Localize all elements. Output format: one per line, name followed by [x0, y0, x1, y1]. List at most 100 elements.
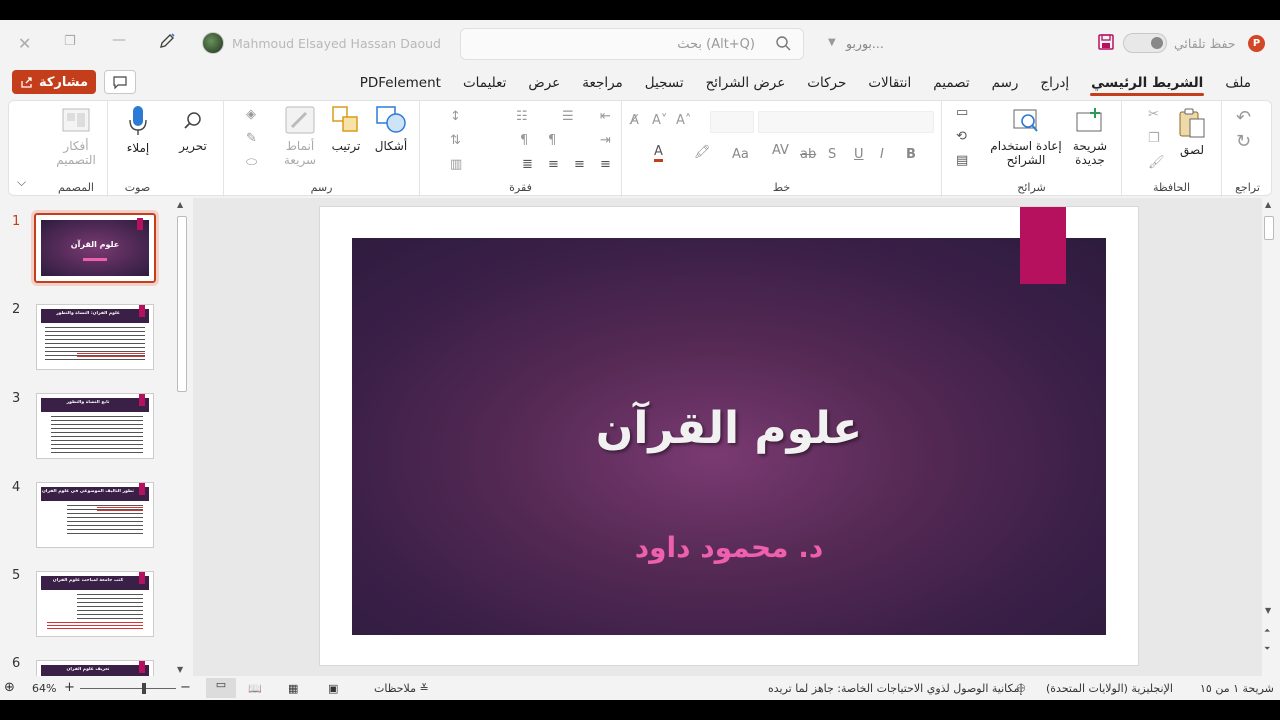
change-case-icon[interactable]: Aa — [732, 147, 749, 162]
slide-thumbnail-2[interactable]: علوم القرآن: النشأة والتطور — [36, 304, 154, 370]
tab-transitions[interactable]: انتقالات — [857, 68, 922, 98]
canvas-scrollbar[interactable]: ▲ ▼ ⏶ ⏷ — [1262, 198, 1276, 676]
increase-indent-icon[interactable]: ⇥ — [600, 133, 611, 148]
arrange-button[interactable]: ترتيب — [324, 105, 368, 153]
editing-button[interactable]: تحرير — [171, 109, 215, 153]
columns-icon[interactable]: ▥ — [450, 157, 462, 172]
underline-icon[interactable]: U — [854, 147, 864, 162]
section-icon[interactable]: ▤ — [956, 153, 968, 168]
font-name-combo[interactable] — [758, 111, 934, 133]
zoom-fit-icon[interactable]: ⊕ — [4, 680, 15, 695]
accessibility-status[interactable]: إمكانية الوصول لذوي الاحتياجات الخاصة: ج… — [768, 682, 1023, 695]
tab-insert[interactable]: إدراج — [1029, 68, 1080, 98]
slide-sorter-icon[interactable]: ▦ — [288, 682, 298, 695]
shape-effects-icon[interactable]: ⬭ — [246, 155, 257, 170]
normal-view-icon[interactable]: ▣ — [328, 682, 338, 695]
reading-view-icon[interactable]: 📖 — [248, 682, 262, 695]
copy-icon[interactable]: ❐ — [1148, 131, 1160, 146]
search-box[interactable]: بحث (Alt+Q) — [460, 28, 804, 60]
scroll-down-icon[interactable]: ▼ — [1265, 606, 1271, 615]
shape-outline-icon[interactable]: ✎ — [246, 131, 257, 146]
align-left-icon[interactable]: ≡ — [548, 157, 559, 172]
file-name[interactable]: بوربو... — [846, 36, 884, 51]
tab-file[interactable]: ملف — [1214, 68, 1262, 98]
reset-icon[interactable]: ⟲ — [956, 129, 967, 144]
shrink-font-icon[interactable]: A˅ — [652, 113, 667, 128]
tab-animations[interactable]: حركات — [796, 68, 857, 98]
scroll-up-icon[interactable]: ▲ — [1265, 200, 1271, 209]
scroll-thumb[interactable] — [1264, 216, 1274, 240]
autosave-toggle[interactable] — [1123, 33, 1167, 53]
highlight-icon[interactable]: 🖍 — [694, 145, 711, 160]
slide-title[interactable]: علوم القرآن — [320, 403, 1138, 454]
tab-review[interactable]: مراجعة — [571, 68, 634, 98]
zoom-level[interactable]: 64% — [32, 682, 56, 695]
zoom-slider[interactable] — [80, 683, 176, 694]
bold-icon[interactable]: B — [906, 147, 916, 162]
char-spacing-icon[interactable]: AV — [772, 143, 789, 158]
collapse-ribbon-icon[interactable]: ⌵ — [17, 175, 26, 190]
tab-home[interactable]: الشريط الرئيسي — [1080, 68, 1214, 98]
align-right-icon[interactable]: ≡ — [600, 157, 611, 172]
tab-pdfelement[interactable]: PDFelement — [349, 68, 452, 98]
quick-styles-button[interactable]: أنماط سريعة — [276, 105, 324, 167]
slide-thumbnail-6[interactable]: تعريف علوم القرآن — [36, 660, 154, 676]
avatar[interactable] — [202, 32, 224, 54]
format-painter-icon[interactable]: 🖌 — [1148, 155, 1165, 170]
scroll-down-icon[interactable]: ▼ — [177, 665, 183, 674]
chevron-down-icon[interactable]: ▼ — [828, 37, 836, 48]
tab-slideshow[interactable]: عرض الشرائح — [695, 68, 797, 98]
zoom-in-icon[interactable]: + — [64, 680, 75, 695]
slide-thumbnail-5[interactable]: كتب جامعة لمباحث علوم القرآن — [36, 571, 154, 637]
rtl-icon[interactable]: ¶ — [548, 133, 556, 148]
accessibility-icon[interactable]: ⚇ — [1016, 682, 1026, 695]
line-spacing-icon[interactable]: ↕ — [450, 109, 461, 124]
close-icon[interactable]: ✕ — [18, 34, 31, 53]
scroll-thumb[interactable] — [177, 216, 187, 392]
tab-view[interactable]: عرض — [517, 68, 571, 98]
shapes-button[interactable]: أشكال — [368, 105, 414, 153]
reuse-slides-button[interactable]: إعادة استخدام الشرائح — [988, 107, 1064, 167]
paste-button[interactable]: لصق — [1170, 107, 1214, 157]
prev-slide-icon[interactable]: ⏶ — [1264, 626, 1270, 636]
slide-subtitle[interactable]: د. محمود داود — [320, 531, 1138, 564]
designer-button[interactable]: أفكار التصميم — [51, 105, 101, 167]
text-direction-icon[interactable]: ⇅ — [450, 133, 461, 148]
justify-icon[interactable]: ≣ — [522, 157, 533, 172]
zoom-out-icon[interactable]: − — [180, 680, 191, 695]
undo-icon[interactable]: ↶ — [1236, 107, 1251, 128]
save-icon[interactable] — [1097, 33, 1115, 54]
next-slide-icon[interactable]: ⏷ — [1264, 644, 1270, 654]
font-size-combo[interactable] — [710, 111, 754, 133]
shadow-icon[interactable]: S — [828, 147, 836, 162]
slide-editor[interactable]: علوم القرآن د. محمود داود — [319, 206, 1139, 666]
grow-font-icon[interactable]: A˄ — [676, 113, 691, 128]
scroll-up-icon[interactable]: ▲ — [177, 200, 183, 209]
numbering-icon[interactable]: ☷ — [516, 109, 528, 124]
slides-pane-scrollbar[interactable]: ▲ ▼ — [175, 198, 189, 676]
redo-icon[interactable]: ↻ — [1236, 131, 1251, 152]
ltr-icon[interactable]: ¶ — [520, 133, 528, 148]
slide-thumbnail-4[interactable]: تطور التأليف الموضوعي في علوم القرآن — [36, 482, 154, 548]
slideshow-view-icon[interactable]: ▭ — [206, 678, 236, 698]
tab-design[interactable]: تصميم — [922, 68, 980, 98]
tab-help[interactable]: تعليمات — [452, 68, 517, 98]
zoom-slider-thumb[interactable] — [142, 683, 146, 694]
decrease-indent-icon[interactable]: ⇤ — [600, 109, 611, 124]
align-center-icon[interactable]: ≡ — [574, 157, 585, 172]
slide-thumbnail-1[interactable]: علوم القرآن — [31, 210, 159, 286]
pen-icon[interactable] — [158, 32, 176, 53]
slide-thumbnail-3[interactable]: تابع النشأة والتطور — [36, 393, 154, 459]
comments-button[interactable] — [104, 70, 136, 94]
clear-format-icon[interactable]: A̸ — [630, 113, 639, 128]
strikethrough-icon[interactable]: ab — [800, 147, 816, 162]
dictate-button[interactable]: إملاء — [116, 105, 160, 155]
language-status[interactable]: الإنجليزية (الولايات المتحدة) — [1046, 682, 1173, 695]
italic-icon[interactable]: I — [880, 147, 884, 162]
shape-fill-icon[interactable]: ◈ — [246, 107, 256, 122]
minimize-icon[interactable]: — — [112, 32, 126, 48]
restore-icon[interactable]: ❐ — [64, 34, 76, 49]
bullets-icon[interactable]: ☰ — [562, 109, 574, 124]
new-slide-button[interactable]: شريحة جديدة — [1064, 107, 1116, 167]
cut-icon[interactable]: ✂ — [1148, 107, 1159, 122]
